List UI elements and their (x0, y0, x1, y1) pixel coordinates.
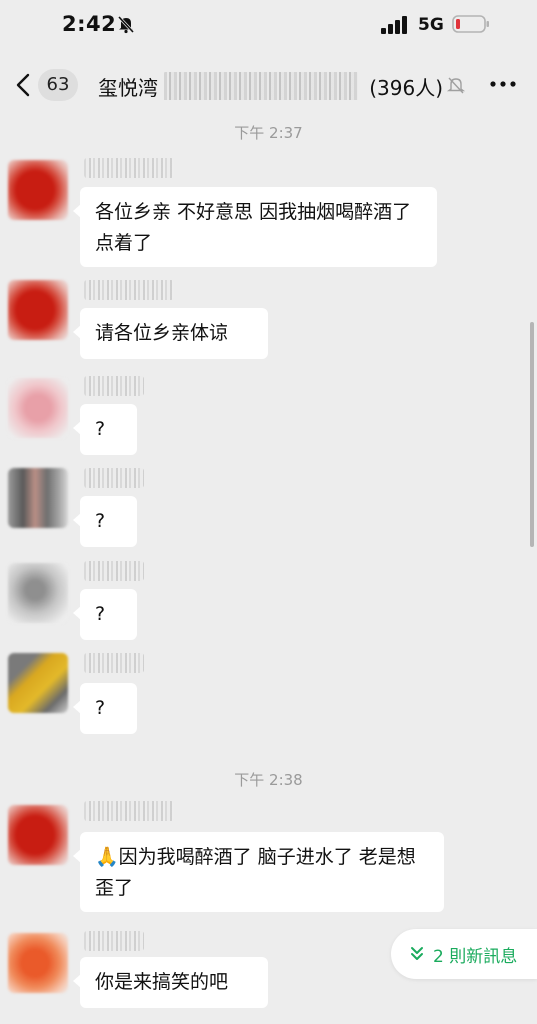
sender-name-redacted (84, 653, 144, 673)
bell-off-icon (446, 77, 466, 94)
sender-name-redacted (84, 931, 144, 951)
message-bubble[interactable]: 你是来搞笑的吧 (73, 957, 268, 1008)
sender-name-redacted (84, 468, 144, 488)
avatar[interactable] (8, 653, 68, 713)
message-bubble[interactable]: 🙏因为我喝醉酒了 脑子进水了 老是想歪了 (73, 832, 444, 912)
member-count: (396人) (369, 76, 443, 100)
message-bubble[interactable]: ? (73, 404, 137, 455)
network-type: 5G (418, 15, 444, 35)
redacted-title (164, 72, 358, 100)
sender-name-redacted (84, 801, 174, 821)
message-bubble[interactable]: ? (73, 496, 137, 547)
status-time: 2:42 (62, 12, 117, 36)
sender-name-redacted (84, 280, 174, 300)
avatar[interactable] (8, 563, 68, 623)
double-chevron-down-icon (411, 947, 423, 960)
message-timestamp: 下午 2:37 (234, 124, 303, 142)
status-bar: 2:42 5G (0, 0, 537, 52)
scrollbar[interactable] (530, 322, 534, 547)
chat-title[interactable]: 玺悦湾 (396人) (98, 72, 443, 100)
avatar[interactable] (8, 933, 68, 993)
avatar[interactable] (8, 468, 68, 528)
chat-header: 63 玺悦湾 (396人) (0, 60, 537, 110)
avatar[interactable] (8, 378, 68, 438)
sender-name-redacted (84, 376, 144, 396)
new-messages-button[interactable]: 2 則新訊息 (391, 929, 537, 979)
mute-bell-icon (117, 15, 135, 34)
chat-title-lead: 玺悦湾 (98, 76, 158, 100)
message-bubble[interactable]: 请各位乡亲体谅 (73, 308, 268, 359)
message-bubble[interactable]: 各位乡亲 不好意思 因我抽烟喝醉酒了 点着了 (73, 187, 437, 267)
battery-icon (452, 15, 489, 33)
avatar[interactable] (8, 160, 68, 220)
signal-icon (381, 16, 407, 34)
sender-name-redacted (84, 561, 144, 581)
avatar[interactable] (8, 280, 68, 340)
more-icon[interactable] (488, 74, 518, 94)
avatar[interactable] (8, 805, 68, 865)
sender-name-redacted (84, 158, 174, 178)
unread-count-badge[interactable]: 63 (38, 69, 78, 101)
message-bubble[interactable]: ? (73, 589, 137, 640)
chevron-left-icon[interactable] (14, 72, 32, 98)
message-timestamp: 下午 2:38 (234, 771, 303, 789)
message-bubble[interactable]: ? (73, 683, 137, 734)
new-messages-label: 2 則新訊息 (433, 947, 518, 967)
